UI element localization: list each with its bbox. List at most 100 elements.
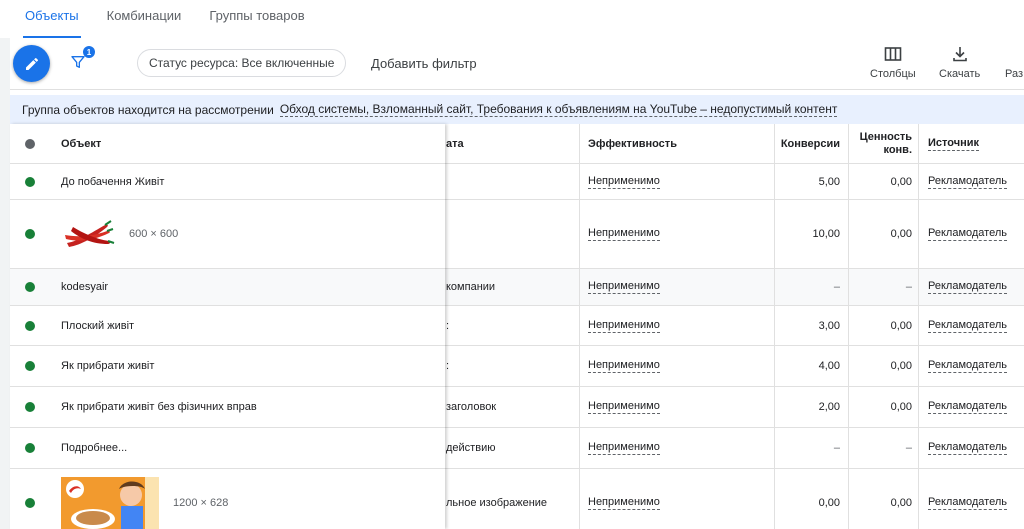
segment-button[interactable]: Раз xyxy=(1005,46,1023,80)
row-image-size: 1200 × 628 xyxy=(173,496,229,509)
segment-icon xyxy=(1005,46,1021,62)
table-row[interactable]: Плоский живіт : Неприменимо 3,00 0,00 Ре… xyxy=(10,306,1024,346)
header-conv-value-line2: конв. xyxy=(883,143,912,156)
table-row[interactable]: 600 × 600 Неприменимо 10,00 0,00 Рекламо… xyxy=(10,200,1024,269)
row-source: Рекламодатель xyxy=(928,441,1007,455)
add-filter-button[interactable]: Добавить фильтр xyxy=(371,56,477,71)
row-efficiency: Неприменимо xyxy=(588,227,660,241)
status-dot-icon xyxy=(25,497,35,508)
left-strip xyxy=(0,38,10,529)
tab-bar: Объекты Комбинации Группы товаров xyxy=(0,0,1024,38)
row-type: : xyxy=(446,360,450,372)
table-row[interactable]: До побачення Живіт Неприменимо 5,00 0,00… xyxy=(10,164,1024,200)
row-object: Плоский живіт xyxy=(61,319,135,332)
row-conversions: – xyxy=(833,281,840,293)
status-dot-icon xyxy=(25,176,35,187)
table-row[interactable]: Подробнее... действию Неприменимо – – Ре… xyxy=(10,428,1024,469)
row-efficiency: Неприменимо xyxy=(588,441,660,455)
row-type: компании xyxy=(446,281,496,293)
status-dot-icon xyxy=(25,402,35,412)
header-object[interactable]: Объект xyxy=(61,124,101,163)
row-object: Подробнее... xyxy=(61,442,128,454)
row-conversions: 3,00 xyxy=(818,319,840,332)
row-object: Як прибрати живіт без фізичних вправ xyxy=(61,401,257,413)
row-object: До побачення Живіт xyxy=(61,175,165,188)
download-label: Скачать xyxy=(939,68,981,80)
banner-text: Группа объектов находится на рассмотрени… xyxy=(22,102,274,117)
row-efficiency: Неприменимо xyxy=(588,400,660,414)
row-efficiency: Неприменимо xyxy=(588,318,660,333)
segment-label: Раз xyxy=(1005,68,1024,80)
row-conversions: 4,00 xyxy=(818,360,840,372)
row-conv-value: 0,00 xyxy=(890,360,912,372)
header-source: Источник xyxy=(928,136,980,151)
row-conv-value: 0,00 xyxy=(890,228,912,240)
row-type: действию xyxy=(446,442,496,454)
toolbar: 1 Статус ресурса: Все включенные Добавит… xyxy=(10,38,1024,90)
table-header: Объект ата Эффективность Конверсии Ценно… xyxy=(10,124,1024,164)
row-conv-value: 0,00 xyxy=(890,496,912,509)
table-row[interactable]: kodesyair компании Неприменимо – – Рекла… xyxy=(10,269,1024,306)
row-conv-value: 0,00 xyxy=(890,319,912,332)
row-type: : xyxy=(446,319,450,332)
header-conv-value[interactable]: Ценность конв. xyxy=(860,124,912,163)
table-row[interactable]: Як прибрати живіт : Неприменимо 4,00 0,0… xyxy=(10,346,1024,387)
review-banner: Группа объектов находится на рассмотрени… xyxy=(10,95,1024,124)
row-source: Рекламодатель xyxy=(928,280,1007,294)
row-efficiency: Неприменимо xyxy=(588,174,660,189)
row-efficiency: Неприменимо xyxy=(588,495,660,510)
filter-count-badge: 1 xyxy=(83,46,95,58)
row-source: Рекламодатель xyxy=(928,227,1007,241)
status-dot-icon xyxy=(25,443,35,453)
status-dot-icon xyxy=(25,361,35,371)
row-conversions: 0,00 xyxy=(818,496,840,509)
row-image-size: 600 × 600 xyxy=(129,228,179,240)
table-row[interactable]: Як прибрати живіт без фізичних вправ заг… xyxy=(10,387,1024,428)
table-row[interactable]: 1200 × 628 льное изображение Неприменимо… xyxy=(10,469,1024,529)
status-dot-icon xyxy=(25,229,35,239)
download-button[interactable]: Скачать xyxy=(939,46,980,80)
row-source: Рекламодатель xyxy=(928,174,1007,189)
status-dot-icon xyxy=(25,320,35,331)
row-source: Рекламодатель xyxy=(928,359,1007,373)
row-conv-value: – xyxy=(905,281,912,293)
row-conversions: 2,00 xyxy=(818,401,840,413)
row-source: Рекламодатель xyxy=(928,495,1007,510)
row-conv-value: 0,00 xyxy=(890,175,912,188)
row-efficiency: Неприменимо xyxy=(588,359,660,373)
columns-button[interactable]: Столбцы xyxy=(870,46,916,80)
row-object: Як прибрати живіт xyxy=(61,360,155,372)
row-source: Рекламодатель xyxy=(928,400,1007,414)
download-icon xyxy=(952,47,967,62)
row-conv-value: – xyxy=(905,442,912,454)
pencil-icon xyxy=(25,57,38,70)
edit-button[interactable] xyxy=(13,45,50,82)
header-efficiency[interactable]: Эффективность xyxy=(588,124,677,163)
tab-combinations[interactable]: Комбинации xyxy=(107,0,182,38)
row-type: льное изображение xyxy=(446,496,548,509)
banner-reasons-link[interactable]: Обход системы, Взломанный сайт, Требован… xyxy=(279,102,838,117)
row-conversions: 10,00 xyxy=(812,228,840,240)
tab-product-groups[interactable]: Группы товаров xyxy=(209,0,304,38)
header-conv-value-line1: Ценность xyxy=(859,130,912,143)
filter-icon[interactable] xyxy=(70,54,86,70)
header-type[interactable]: ата xyxy=(446,124,464,163)
row-efficiency: Неприменимо xyxy=(588,280,660,294)
chili-pepper-image xyxy=(65,220,115,247)
status-filter-chip[interactable]: Статус ресурса: Все включенные xyxy=(137,49,347,77)
assets-table: Объект ата Эффективность Конверсии Ценно… xyxy=(10,124,1024,529)
status-header-icon xyxy=(25,138,35,149)
ad-banner-artwork xyxy=(61,476,159,529)
header-conversions[interactable]: Конверсии xyxy=(781,124,840,163)
row-type: заголовок xyxy=(446,401,497,413)
row-conversions: 5,00 xyxy=(818,175,840,188)
row-conv-value: 0,00 xyxy=(890,401,912,413)
row-conversions: – xyxy=(833,442,840,454)
tab-objects[interactable]: Объекты xyxy=(23,0,81,38)
ad-banner-image xyxy=(61,476,159,529)
columns-icon xyxy=(884,47,902,61)
status-dot-icon xyxy=(25,282,35,292)
row-object: kodesyair xyxy=(61,281,109,293)
row-source: Рекламодатель xyxy=(928,318,1007,333)
columns-label: Столбцы xyxy=(870,68,916,80)
